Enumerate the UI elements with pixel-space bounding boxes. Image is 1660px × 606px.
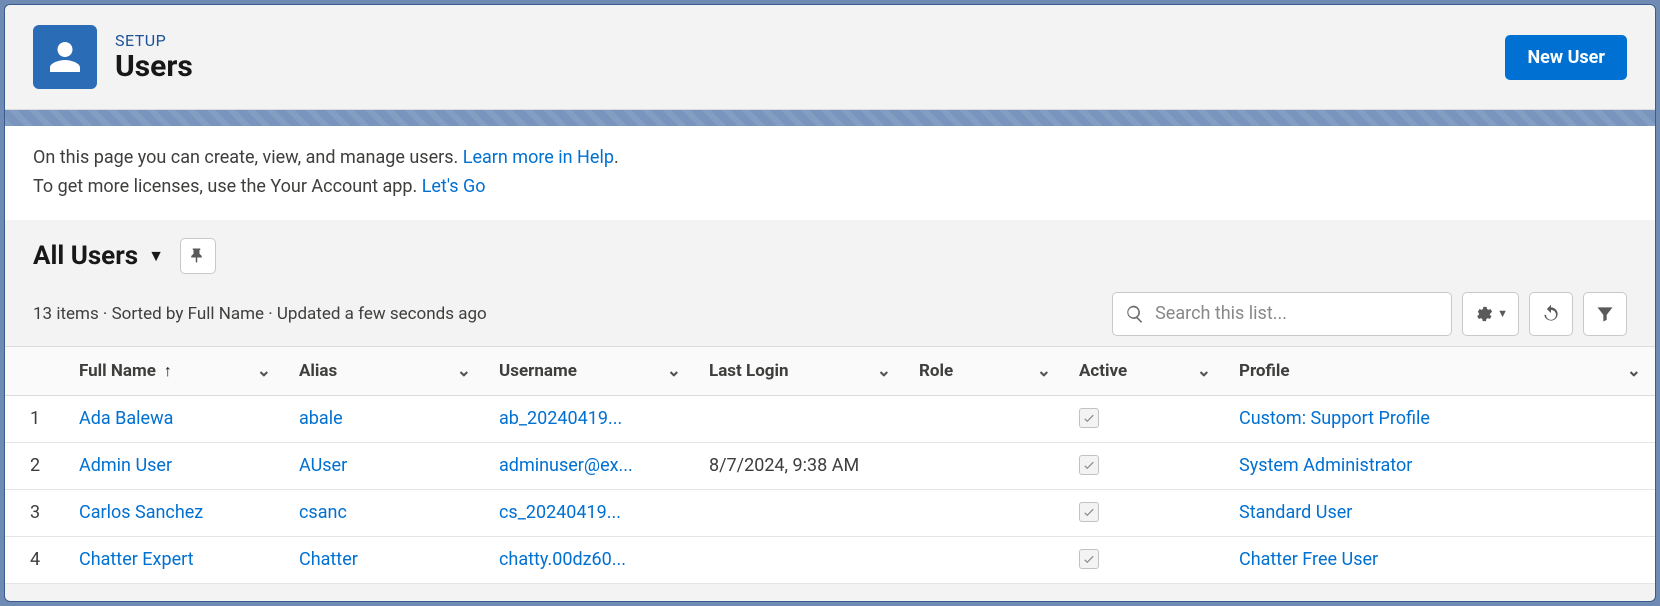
info-block: On this page you can create, view, and m…	[5, 126, 1655, 220]
page-header: SETUP Users New User	[5, 5, 1655, 110]
pin-icon	[189, 247, 207, 265]
username-link[interactable]: cs_20240419...	[499, 502, 621, 523]
list-settings-button[interactable]: ▼	[1462, 292, 1519, 336]
username-link[interactable]: adminuser@ex...	[499, 455, 633, 476]
row-number: 1	[5, 395, 65, 442]
full-name-link[interactable]: Carlos Sanchez	[79, 502, 203, 523]
chevron-down-icon: ▼	[1497, 307, 1508, 320]
gear-icon	[1473, 304, 1493, 324]
last-login-cell	[695, 489, 905, 536]
table-row: 4 Chatter Expert Chatter chatty.00dz60... Ch…	[5, 536, 1655, 583]
active-cell	[1065, 442, 1225, 489]
role-cell	[905, 442, 1065, 489]
active-cell	[1065, 489, 1225, 536]
column-header-last-login[interactable]: Last Login ⌄	[695, 346, 905, 395]
info-text: On this page you can create, view, and m…	[33, 147, 463, 168]
column-header-profile[interactable]: Profile ⌄	[1225, 346, 1655, 395]
row-number: 2	[5, 442, 65, 489]
decorative-strip	[5, 110, 1655, 126]
check-icon	[1082, 552, 1096, 566]
last-login-cell	[695, 536, 905, 583]
last-login-cell	[695, 395, 905, 442]
active-checkbox	[1079, 549, 1099, 569]
list-view-dropdown-icon[interactable]: ▼	[148, 246, 164, 266]
alias-link[interactable]: abale	[299, 408, 343, 429]
role-cell	[905, 395, 1065, 442]
chevron-down-icon[interactable]: ⌄	[1197, 361, 1211, 381]
page-title: Users	[115, 50, 1505, 83]
column-label: Alias	[299, 361, 337, 381]
row-number: 3	[5, 489, 65, 536]
table-row: 2 Admin User AUser adminuser@ex... 8/7/2024,…	[5, 442, 1655, 489]
info-text: To get more licenses, use the Your Accou…	[33, 176, 422, 197]
chevron-down-icon[interactable]: ⌄	[1037, 361, 1051, 381]
column-label: Profile	[1239, 361, 1290, 381]
users-table: Full Name ↑ ⌄ Alias ⌄ Username ⌄ Last Login…	[5, 346, 1655, 584]
chevron-down-icon[interactable]: ⌄	[877, 361, 891, 381]
chevron-down-icon[interactable]: ⌄	[667, 361, 681, 381]
active-checkbox	[1079, 455, 1099, 475]
column-header-active[interactable]: Active ⌄	[1065, 346, 1225, 395]
search-icon	[1125, 304, 1145, 324]
column-header-number	[5, 346, 65, 395]
column-label: Full Name	[79, 361, 156, 381]
chevron-down-icon[interactable]: ⌄	[457, 361, 471, 381]
username-link[interactable]: ab_20240419...	[499, 408, 622, 429]
active-checkbox	[1079, 502, 1099, 522]
full-name-link[interactable]: Ada Balewa	[79, 408, 173, 429]
alias-link[interactable]: Chatter	[299, 549, 358, 570]
full-name-link[interactable]: Chatter Expert	[79, 549, 194, 570]
new-user-button[interactable]: New User	[1505, 35, 1627, 80]
profile-link[interactable]: System Administrator	[1239, 455, 1412, 476]
search-input-wrap[interactable]	[1112, 292, 1452, 336]
column-label: Role	[919, 361, 953, 381]
sort-ascending-icon: ↑	[164, 361, 172, 381]
role-cell	[905, 489, 1065, 536]
column-header-username[interactable]: Username ⌄	[485, 346, 695, 395]
refresh-button[interactable]	[1529, 292, 1573, 336]
active-checkbox	[1079, 408, 1099, 428]
column-header-alias[interactable]: Alias ⌄	[285, 346, 485, 395]
refresh-icon	[1541, 304, 1561, 324]
role-cell	[905, 536, 1065, 583]
alias-link[interactable]: csanc	[299, 502, 347, 523]
column-header-role[interactable]: Role ⌄	[905, 346, 1065, 395]
profile-link[interactable]: Chatter Free User	[1239, 549, 1378, 570]
check-icon	[1082, 505, 1096, 519]
check-icon	[1082, 458, 1096, 472]
check-icon	[1082, 411, 1096, 425]
active-cell	[1065, 536, 1225, 583]
list-status-text: 13 items · Sorted by Full Name · Updated…	[33, 304, 487, 324]
search-input[interactable]	[1155, 303, 1439, 324]
table-row: 3 Carlos Sanchez csanc cs_20240419... Standa…	[5, 489, 1655, 536]
list-view-name[interactable]: All Users	[33, 241, 138, 271]
row-number: 4	[5, 536, 65, 583]
column-label: Active	[1079, 361, 1127, 381]
info-text: .	[614, 147, 619, 168]
table-row: 1 Ada Balewa abale ab_20240419... Custom: Su…	[5, 395, 1655, 442]
users-icon	[33, 25, 97, 89]
chevron-down-icon[interactable]: ⌄	[1627, 361, 1641, 381]
column-label: Last Login	[709, 361, 789, 381]
column-label: Username	[499, 361, 577, 381]
alias-link[interactable]: AUser	[299, 455, 347, 476]
filter-button[interactable]	[1583, 292, 1627, 336]
username-link[interactable]: chatty.00dz60...	[499, 549, 626, 570]
profile-link[interactable]: Custom: Support Profile	[1239, 408, 1430, 429]
profile-link[interactable]: Standard User	[1239, 502, 1352, 523]
column-header-full-name[interactable]: Full Name ↑ ⌄	[65, 346, 285, 395]
chevron-down-icon[interactable]: ⌄	[257, 361, 271, 381]
full-name-link[interactable]: Admin User	[79, 455, 172, 476]
lets-go-link[interactable]: Let's Go	[422, 176, 486, 197]
pin-list-button[interactable]	[180, 238, 216, 274]
active-cell	[1065, 395, 1225, 442]
setup-label: SETUP	[115, 31, 1505, 50]
learn-more-link[interactable]: Learn more in Help	[463, 147, 614, 168]
last-login-cell: 8/7/2024, 9:38 AM	[695, 442, 905, 489]
filter-icon	[1595, 304, 1615, 324]
